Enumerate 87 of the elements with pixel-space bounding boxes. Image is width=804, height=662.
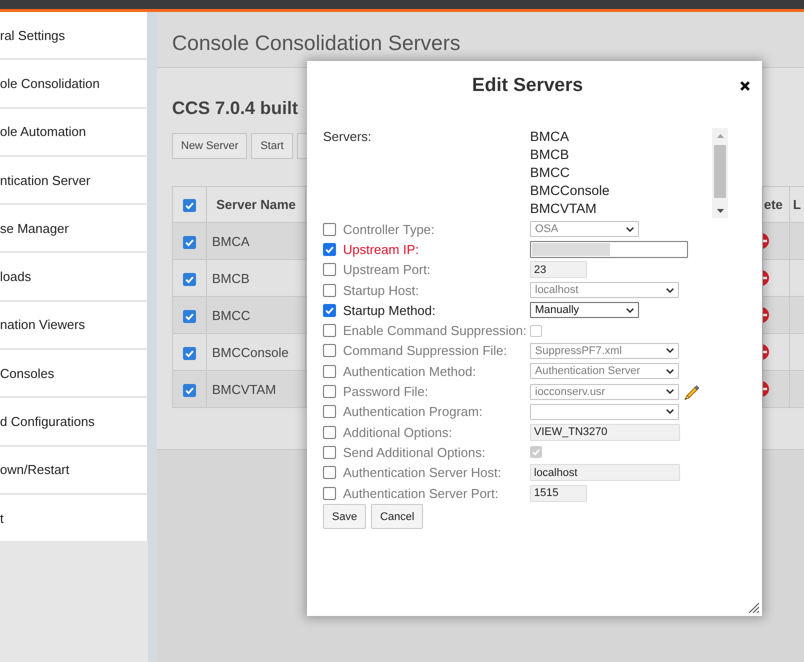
chevron-down-icon	[666, 389, 674, 394]
chevron-down-icon	[666, 409, 674, 414]
server-list-item[interactable]: BMCVTAM	[530, 200, 712, 218]
field-label: Upstream IP:	[343, 242, 420, 257]
sidebar-item[interactable]: t	[0, 494, 148, 542]
field-label: Command Suppression File:	[343, 343, 508, 358]
chevron-down-icon	[626, 308, 634, 313]
scrollbar-thumb[interactable]	[714, 145, 726, 198]
field-label: Send Additional Options:	[343, 444, 486, 460]
server-list-item[interactable]: BMCA	[530, 128, 712, 146]
row-checkbox[interactable]	[183, 346, 196, 360]
field-checkbox[interactable]	[323, 405, 336, 418]
dropdown[interactable]: localhost	[530, 282, 679, 298]
field-checkbox[interactable]	[323, 486, 336, 500]
scroll-down-icon[interactable]	[716, 209, 724, 213]
row-checkbox[interactable]	[183, 310, 196, 323]
field-checkbox[interactable]	[323, 284, 336, 297]
close-button[interactable]	[740, 81, 750, 91]
version-heading: CCS 7.0.4 built	[172, 97, 298, 119]
dropdown[interactable]: Authentication Server	[530, 363, 679, 380]
form-button[interactable]: Cancel	[371, 504, 424, 530]
chevron-down-icon	[666, 348, 674, 354]
server-list-item[interactable]: BMCConsole	[530, 182, 712, 200]
field-checkbox[interactable]	[323, 242, 336, 256]
server-list-item[interactable]: BMCC	[530, 164, 712, 182]
sidebar-item[interactable]: ole Consolidation	[0, 60, 148, 107]
field-label: Authentication Server Host:	[343, 465, 502, 480]
field-label: Additional Options:	[343, 424, 454, 440]
field-label: Upstream Port:	[343, 262, 432, 278]
field-label: Authentication Method:	[343, 364, 477, 379]
field-label: Startup Method:	[343, 302, 436, 318]
sidebar-item[interactable]: Consoles	[0, 350, 148, 396]
field-checkbox[interactable]	[323, 446, 336, 459]
dialog-title: Edit Servers	[471, 74, 584, 98]
field-checkbox[interactable]	[323, 385, 336, 398]
text-input[interactable]: localhost	[530, 464, 680, 482]
sidebar-item[interactable]: ntication Server	[0, 156, 148, 204]
dropdown[interactable]: SuppressPF7.xml	[530, 342, 679, 359]
option-checkbox[interactable]	[530, 324, 542, 337]
scrollbar-track[interactable]	[712, 128, 728, 218]
sidebar-item[interactable]: own/Restart	[0, 446, 148, 493]
close-icon	[740, 81, 750, 91]
toolbar-button[interactable]: New Server	[172, 133, 248, 159]
page-title: Console Consolidation Servers	[172, 32, 460, 56]
field-checkbox[interactable]	[323, 222, 336, 236]
sidebar-item[interactable]: ole Automation	[0, 108, 148, 155]
field-label: Startup Host:	[343, 282, 420, 298]
dropdown[interactable]: Manually	[530, 302, 639, 318]
text-input[interactable]: VIEW_TN3270	[530, 424, 680, 441]
dropdown[interactable]: iocconserv.usr	[530, 384, 679, 400]
field-checkbox[interactable]	[323, 344, 336, 358]
pencil-icon[interactable]	[684, 384, 699, 400]
resize-handle-icon[interactable]	[748, 603, 759, 613]
table-cell: BMCVTAM	[206, 370, 306, 408]
sidebar-item[interactable]: se Manager	[0, 205, 148, 252]
sidebar-item[interactable]: ral Settings	[0, 12, 148, 58]
sidebar-item[interactable]: nation Viewers	[0, 302, 148, 348]
select-all-checkbox[interactable]	[183, 199, 196, 212]
field-checkbox[interactable]	[323, 466, 336, 480]
text-input[interactable]	[530, 240, 688, 258]
sidebar-item[interactable]: loads	[0, 253, 148, 300]
field-checkbox[interactable]	[323, 426, 336, 439]
dropdown[interactable]: OSA	[530, 221, 639, 238]
field-checkbox[interactable]	[323, 364, 336, 378]
row-checkbox[interactable]	[183, 236, 196, 249]
field-checkbox[interactable]	[323, 304, 336, 317]
sidebar-item[interactable]: d Configurations	[0, 398, 148, 445]
field-checkbox[interactable]	[323, 263, 336, 276]
option-checkbox[interactable]	[530, 446, 542, 458]
server-list[interactable]: BMCA BMCB BMCC BMCConsole BMCVTAM	[530, 128, 728, 218]
chevron-down-icon	[666, 288, 674, 293]
chevron-down-icon	[626, 226, 634, 232]
field-label: Enable Command Suppression:	[343, 323, 528, 338]
field-label: Authentication Program:	[343, 404, 484, 420]
toolbar-button[interactable]: Start	[251, 133, 293, 159]
field-label: Authentication Server Port:	[343, 486, 500, 500]
chevron-down-icon	[666, 368, 674, 374]
text-input[interactable]: 1515	[530, 484, 587, 502]
field-checkbox[interactable]	[323, 324, 336, 338]
text-input[interactable]: 23	[530, 261, 587, 278]
row-checkbox[interactable]	[183, 272, 196, 286]
servers-label: Servers:	[323, 128, 372, 146]
server-list-item[interactable]: BMCB	[530, 146, 712, 164]
field-label: Controller Type:	[343, 222, 436, 237]
row-checkbox[interactable]	[183, 384, 196, 397]
field-label: Password File:	[343, 384, 430, 400]
form-button[interactable]: Save	[323, 504, 366, 530]
